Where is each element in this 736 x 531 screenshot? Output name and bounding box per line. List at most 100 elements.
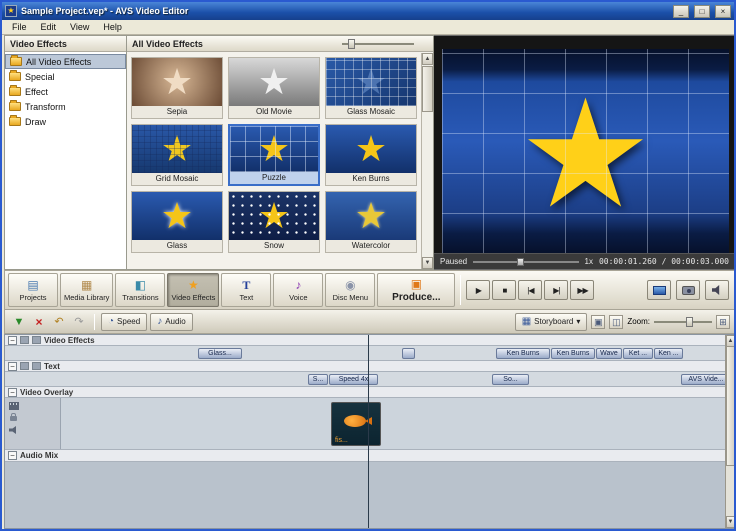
- step-forward-button[interactable]: ▶|: [544, 280, 568, 300]
- step-back-button[interactable]: |◀: [518, 280, 542, 300]
- section-text[interactable]: − Text: [5, 361, 735, 372]
- effect-snow[interactable]: ★Snow: [228, 191, 320, 253]
- dual-view-icon[interactable]: ▣: [591, 315, 605, 329]
- section-video-overlay[interactable]: − Video Overlay: [5, 387, 735, 398]
- scroll-thumb[interactable]: [422, 66, 433, 112]
- effect-thumbnail: ★: [132, 125, 222, 173]
- collapse-icon[interactable]: −: [8, 362, 17, 371]
- tab-media-library[interactable]: ▦Media Library: [60, 273, 113, 307]
- mute-icon[interactable]: [9, 426, 19, 434]
- screen-capture-button[interactable]: [647, 280, 671, 300]
- collapse-icon[interactable]: −: [8, 336, 17, 345]
- volume-button[interactable]: [705, 280, 729, 300]
- lock-icon[interactable]: [32, 336, 41, 344]
- speed-button[interactable]: ◔ Speed: [101, 313, 147, 331]
- tab-projects[interactable]: ▤Projects: [8, 273, 58, 307]
- scroll-down-icon[interactable]: ▼: [726, 516, 735, 528]
- chevron-down-icon: ▾: [576, 317, 580, 326]
- storyboard-label: Storyboard: [534, 317, 573, 326]
- menu-help[interactable]: Help: [97, 21, 128, 33]
- lock-icon[interactable]: [32, 362, 41, 370]
- effect-clip[interactable]: Ken ...: [654, 348, 683, 359]
- fast-forward-button[interactable]: ▶▶: [570, 280, 594, 300]
- text-icon: T: [242, 279, 250, 292]
- tab-transitions[interactable]: ◧Transitions: [115, 273, 165, 307]
- tab-text[interactable]: TText: [221, 273, 271, 307]
- sidebar-item-all-video-effects[interactable]: All Video Effects: [5, 54, 126, 69]
- tab-voice[interactable]: ♪Voice: [273, 273, 323, 307]
- collapse-icon[interactable]: −: [8, 388, 17, 397]
- effect-clip[interactable]: Ket ...: [623, 348, 653, 359]
- effect-label: Puzzle: [230, 172, 318, 184]
- seek-slider[interactable]: [473, 257, 578, 267]
- effect-clip[interactable]: Ken Burns: [496, 348, 550, 359]
- scroll-up-icon[interactable]: ▲: [422, 53, 433, 65]
- effect-clip[interactable]: [402, 348, 415, 359]
- sidebar-item-transform[interactable]: Transform: [5, 99, 126, 114]
- fit-timeline-icon[interactable]: ⊞: [716, 315, 730, 329]
- text-clip[interactable]: So...: [492, 374, 529, 385]
- scroll-down-icon[interactable]: ▼: [422, 257, 433, 269]
- effect-clip[interactable]: Glass...: [198, 348, 242, 359]
- snapshot-camera-button[interactable]: [676, 280, 700, 300]
- text-clip[interactable]: AVS Vide...: [681, 374, 731, 385]
- visibility-icon[interactable]: [20, 336, 29, 344]
- thumbnail-size-slider[interactable]: [342, 39, 414, 49]
- visibility-icon[interactable]: [20, 362, 29, 370]
- menu-file[interactable]: File: [6, 21, 33, 33]
- snap-icon[interactable]: ◫: [609, 315, 623, 329]
- sidebar-item-effect[interactable]: Effect: [5, 84, 126, 99]
- section-audio-mix[interactable]: − Audio Mix: [5, 450, 735, 462]
- effect-old-movie[interactable]: ★Old Movie: [228, 57, 320, 119]
- stop-button[interactable]: ■: [492, 280, 516, 300]
- slider-handle[interactable]: [348, 39, 355, 49]
- sidebar-item-draw[interactable]: Draw: [5, 114, 126, 129]
- effect-glass-mosaic[interactable]: ★Glass Mosaic: [325, 57, 417, 119]
- playhead-line[interactable]: [368, 335, 369, 528]
- overlay-clip[interactable]: fis...: [331, 402, 381, 446]
- add-media-icon[interactable]: ▼: [10, 314, 28, 330]
- effect-thumbnail: ★: [132, 192, 222, 240]
- scroll-thumb[interactable]: [726, 346, 735, 466]
- maximize-button[interactable]: □: [694, 5, 710, 18]
- undo-icon[interactable]: ↶: [50, 314, 68, 330]
- section-label: Video Effects: [44, 336, 95, 345]
- star-glyph: ★: [355, 194, 387, 238]
- delete-icon[interactable]: ×: [30, 314, 48, 330]
- effects-scrollbar[interactable]: ▲ ▼: [421, 53, 433, 269]
- tab-label: Video Effects: [171, 293, 215, 302]
- zoom-handle[interactable]: [686, 317, 693, 327]
- app-icon: ★: [5, 5, 17, 17]
- storyboard-button[interactable]: ▦ Storyboard ▾: [515, 313, 588, 331]
- audio-button[interactable]: ♪ Audio: [150, 313, 192, 331]
- effect-clip[interactable]: Ken Burns: [551, 348, 595, 359]
- sidebar-item-special[interactable]: Special: [5, 69, 126, 84]
- effect-puzzle[interactable]: ★Puzzle: [228, 124, 320, 186]
- tab-disc-menu[interactable]: ◉Disc Menu: [325, 273, 375, 307]
- text-clip[interactable]: Speed 4x: [329, 374, 378, 385]
- close-button[interactable]: ×: [715, 5, 731, 18]
- effect-glass[interactable]: ★Glass: [131, 191, 223, 253]
- effect-ken-burns[interactable]: ★Ken Burns: [325, 124, 417, 186]
- menu-edit[interactable]: Edit: [35, 21, 63, 33]
- window-title: Sample Project.vep* - AVS Video Editor: [21, 6, 668, 16]
- zoom-slider[interactable]: [654, 317, 712, 327]
- text-clip[interactable]: S...: [308, 374, 328, 385]
- tab-video-effects[interactable]: ★Video Effects: [167, 273, 219, 307]
- tab-produce[interactable]: ▣Produce...: [377, 273, 455, 307]
- play-button[interactable]: ▶: [466, 280, 490, 300]
- effects-panel: All Video Effects ★Sepia★Old Movie★Glass…: [127, 35, 434, 270]
- section-video-effects[interactable]: − Video Effects: [5, 335, 735, 346]
- effect-clip[interactable]: Wave: [596, 348, 622, 359]
- collapse-icon[interactable]: −: [8, 451, 17, 460]
- menu-view[interactable]: View: [64, 21, 95, 33]
- timeline-scrollbar[interactable]: ▲ ▼: [725, 335, 735, 528]
- effect-watercolor[interactable]: ★Watercolor: [325, 191, 417, 253]
- minimize-button[interactable]: _: [673, 5, 689, 18]
- seek-handle[interactable]: [517, 258, 524, 266]
- effect-grid-mosaic[interactable]: ★Grid Mosaic: [131, 124, 223, 186]
- effect-label: Ken Burns: [326, 173, 416, 185]
- lock-icon[interactable]: [10, 416, 17, 421]
- effect-sepia[interactable]: ★Sepia: [131, 57, 223, 119]
- redo-icon[interactable]: ↷: [70, 314, 88, 330]
